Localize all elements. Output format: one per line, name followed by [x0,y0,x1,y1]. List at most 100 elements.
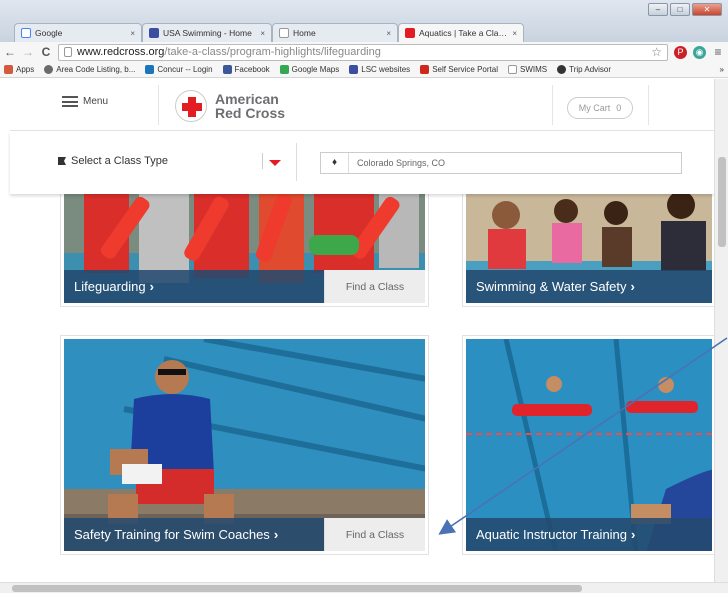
browser-toolbar: ← → C www.redcross.org/take-a-class/prog… [0,42,728,62]
header-divider [158,85,159,125]
bookmarks-overflow-icon[interactable]: » [720,65,724,74]
horizontal-scrollbar[interactable] [0,582,728,593]
find-a-class-button[interactable]: Find a Class [324,518,425,551]
class-type-label: Select a Class Type [71,155,169,167]
tab-title: Google [35,28,63,38]
dropdown-separator [262,153,263,169]
class-type-dropdown[interactable]: Select a Class Type [58,155,168,167]
close-icon[interactable]: × [260,29,265,38]
horizontal-scroll-thumb[interactable] [12,585,582,592]
card-title-text: Swimming & Water Safety [476,279,627,294]
tripadvisor-icon [557,65,567,74]
page-icon [279,28,289,38]
bookmark-apps[interactable]: Apps [4,65,34,74]
bookmark-concur[interactable]: Concur -- Login [145,65,213,74]
tab-aquatics[interactable]: Aquatics | Take a Class | A × [398,23,524,42]
usa-swimming-icon [349,65,359,74]
bookmark-google-maps[interactable]: Google Maps [279,65,340,74]
program-card-lifeguarding[interactable]: Lifeguarding › Find a Class [60,189,429,307]
red-cross-logo[interactable]: American Red Cross [175,90,285,122]
tab-title: USA Swimming - Home [163,28,252,38]
pin-icon [44,65,54,74]
tab-google[interactable]: Google × [14,23,142,42]
page-viewport: Lifeguarding › Find a Class Swimming & Wa… [0,79,714,582]
header-divider [552,85,553,125]
program-card-swimming[interactable]: Swimming & Water Safety › [462,189,714,307]
program-card-swim-coaches[interactable]: Safety Training for Swim Coaches › Find a… [60,335,429,555]
red-cross-icon [405,28,415,38]
bookmark-label: LSC websites [361,65,411,74]
bookmark-label: Apps [16,65,35,74]
my-cart-button[interactable]: My Cart 0 [567,97,633,119]
back-button[interactable]: ← [4,45,16,59]
card-title-link[interactable]: Aquatic Instructor Training › [466,527,712,542]
close-window-button[interactable]: ✕ [692,3,722,16]
chevron-right-icon: › [630,279,635,294]
vertical-scrollbar[interactable] [714,79,728,582]
star-icon[interactable]: ☆ [651,45,662,59]
reload-button[interactable]: C [40,45,52,59]
concur-icon [145,65,155,74]
apps-icon [4,65,13,74]
close-icon[interactable]: × [512,29,517,38]
url-domain: www.redcross.org [77,46,165,58]
tab-title: Home [293,28,316,38]
card-title-bar: Lifeguarding › Find a Class [64,270,425,303]
chevron-right-icon: › [273,527,279,542]
filter-divider [296,143,297,181]
card-title-link[interactable]: Safety Training for Swim Coaches › [64,527,324,542]
bookmark-trip-advisor[interactable]: Trip Advisor [557,65,611,74]
card-title-link[interactable]: Lifeguarding › [64,279,324,294]
hamburger-icon [62,96,78,107]
location-input[interactable]: ♦ Colorado Springs, CO [320,152,682,174]
page-icon [64,47,72,57]
bookmark-label: Self Service Portal [432,65,498,74]
forward-button[interactable]: → [22,45,34,59]
menu-button[interactable]: Menu [62,96,108,107]
card-title-text: Lifeguarding [74,279,146,294]
close-icon[interactable]: × [130,29,135,38]
chevron-right-icon: › [149,279,154,294]
card-title-bar: Aquatic Instructor Training › [466,518,712,551]
url-path: /take-a-class/program-highlights/lifegua… [164,46,381,58]
tab-home[interactable]: Home × [272,23,398,42]
adp-icon [420,65,430,74]
close-icon[interactable]: × [386,29,391,38]
bookmarks-bar: Apps Area Code Listing, b... Concur -- L… [0,62,728,78]
maximize-button[interactable]: □ [670,3,690,16]
program-card-aquatic-instructor[interactable]: Aquatic Instructor Training › [462,335,714,555]
bookmark-lsc[interactable]: LSC websites [349,65,410,74]
bookmark-self-service[interactable]: Self Service Portal [420,65,498,74]
card-title-link[interactable]: Swimming & Water Safety › [466,279,712,294]
google-icon [21,28,31,38]
location-pin-icon: ♦ [321,153,349,173]
bookmark-label: Concur -- Login [157,65,213,74]
menu-label: Menu [83,96,109,107]
facebook-icon [222,65,232,74]
pinterest-icon[interactable]: P [674,45,687,59]
find-a-class-button[interactable]: Find a Class [324,270,425,303]
cart-label: My Cart [578,103,611,113]
card-title-text: Safety Training for Swim Coaches [74,527,270,542]
tab-usa-swimming[interactable]: USA Swimming - Home × [142,23,272,42]
bookmark-facebook[interactable]: Facebook [222,65,270,74]
site-header: Menu American Red Cross My Cart 0 [10,79,714,131]
bookmark-label: Google Maps [291,65,340,74]
flag-icon [58,157,66,165]
tab-title: Aquatics | Take a Class | A [419,28,508,38]
red-cross-icon [175,90,207,122]
bookmark-area-code[interactable]: Area Code Listing, b... [44,65,135,74]
vertical-scroll-thumb[interactable] [718,157,726,247]
chrome-menu-icon[interactable]: ≡ [712,45,724,59]
chevron-right-icon: › [631,527,636,542]
address-bar[interactable]: www.redcross.org/take-a-class/program-hi… [58,43,668,61]
header-divider [648,85,649,125]
card-title-text: Aquatic Instructor Training [476,527,628,542]
extension-icon[interactable]: ◉ [693,45,706,59]
chevron-down-icon[interactable] [269,160,281,166]
bookmark-swims[interactable]: SWIMS [508,65,547,74]
minimize-button[interactable]: – [648,3,668,16]
maps-icon [279,65,289,74]
bookmark-label: Facebook [234,65,270,74]
bookmark-label: Trip Advisor [569,65,612,74]
